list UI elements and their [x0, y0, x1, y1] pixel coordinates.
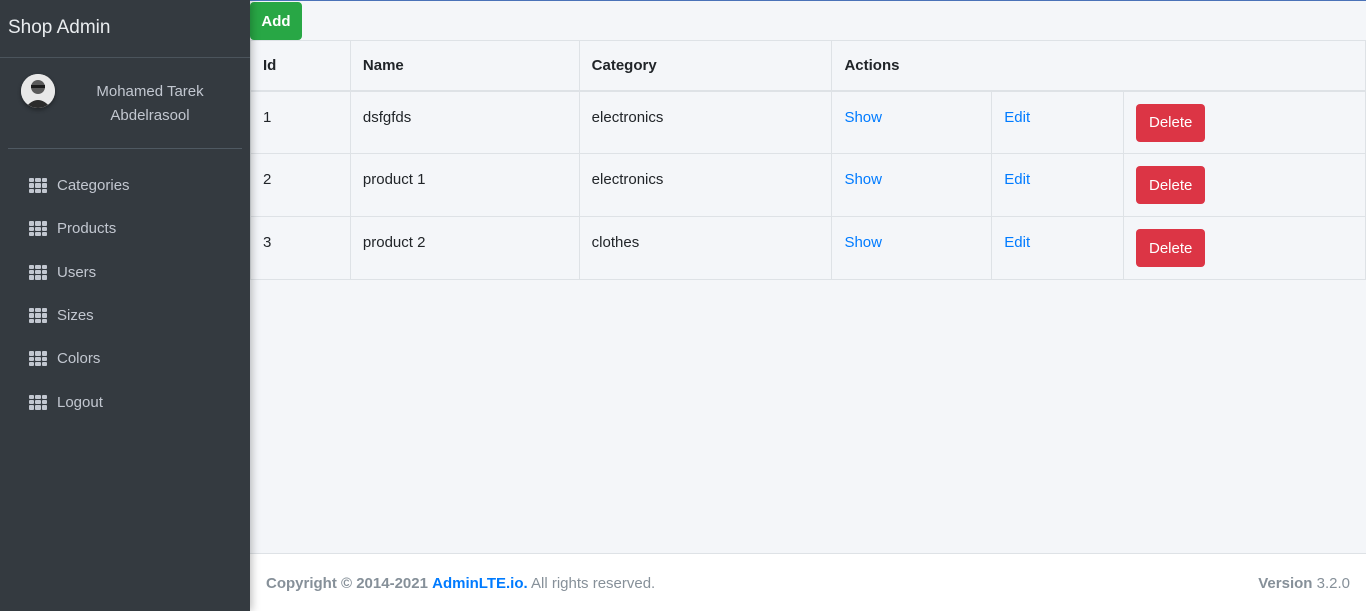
- table-row: 3 product 2 clothes Show Edit Delete: [250, 216, 1366, 280]
- user-name-line1: Mohamed Tarek: [96, 83, 204, 100]
- cell-category: clothes: [578, 216, 833, 280]
- table-header-row: Id Name Category Actions: [250, 40, 1366, 92]
- delete-button[interactable]: Delete: [1136, 103, 1206, 142]
- th-grid-icon: [29, 351, 47, 367]
- brand-title[interactable]: Shop Admin: [0, 0, 250, 58]
- main-content: Add Id Name Category Actions 1 dsfgfds e…: [250, 0, 1366, 611]
- table-row: 2 product 1 electronics Show Edit Delete: [250, 153, 1366, 217]
- adminlte-link[interactable]: AdminLTE.io.: [432, 575, 528, 592]
- show-link[interactable]: Show: [844, 234, 882, 251]
- sidebar-item-categories[interactable]: Categories: [0, 164, 250, 207]
- delete-button[interactable]: Delete: [1136, 166, 1206, 204]
- cell-name: dsfgfds: [349, 90, 580, 154]
- cell-edit: Edit: [991, 216, 1125, 280]
- sidebar-item-users[interactable]: Users: [0, 251, 250, 294]
- footer: Copyright © 2014-2021 AdminLTE.io. All r…: [250, 553, 1366, 611]
- sidebar: Shop Admin Mohamed Tarek Abdelrasool Cat…: [0, 0, 250, 611]
- delete-button[interactable]: Delete: [1136, 229, 1206, 267]
- th-grid-icon: [29, 264, 47, 280]
- edit-link[interactable]: Edit: [1004, 234, 1030, 251]
- cell-edit: Edit: [991, 153, 1125, 217]
- th-grid-icon: [29, 178, 47, 194]
- user-panel: Mohamed Tarek Abdelrasool: [8, 58, 242, 149]
- show-link[interactable]: Show: [844, 171, 882, 188]
- cell-category: electronics: [578, 90, 833, 154]
- version-value: 3.2.0: [1316, 574, 1350, 592]
- edit-link[interactable]: Edit: [1004, 171, 1030, 188]
- cell-id: 3: [250, 216, 351, 280]
- copyright-text: Copyright © 2014-2021: [266, 574, 428, 592]
- cell-show: Show: [831, 90, 993, 154]
- sidebar-item-label: Products: [57, 220, 117, 238]
- edit-link[interactable]: Edit: [1004, 109, 1030, 126]
- cell-show: Show: [831, 216, 993, 280]
- sidebar-item-logout[interactable]: Logout: [0, 380, 250, 423]
- cell-edit: Edit: [991, 90, 1125, 154]
- column-header-name: Name: [349, 40, 580, 92]
- cell-delete: Delete: [1123, 216, 1366, 280]
- sidebar-item-label: Colors: [57, 350, 101, 368]
- footer-copyright: Copyright © 2014-2021 AdminLTE.io. All r…: [266, 575, 655, 592]
- column-header-actions: Actions: [831, 40, 1366, 92]
- cell-name: product 1: [349, 153, 580, 217]
- column-header-category: Category: [578, 40, 833, 92]
- user-avatar[interactable]: [21, 74, 55, 108]
- table-row: 1 dsfgfds electronics Show Edit Delete: [250, 90, 1366, 154]
- sidebar-item-label: Logout: [57, 393, 103, 411]
- cell-delete: Delete: [1123, 153, 1366, 217]
- user-name-line2: Abdelrasool: [110, 107, 190, 124]
- sidebar-item-label: Users: [57, 263, 97, 281]
- sidebar-item-colors[interactable]: Colors: [0, 337, 250, 380]
- sidebar-item-label: Categories: [57, 177, 130, 195]
- cell-id: 2: [250, 153, 351, 217]
- sidebar-item-products[interactable]: Products: [0, 207, 250, 250]
- cell-category: electronics: [578, 153, 833, 217]
- rights-text: All rights reserved.: [531, 574, 656, 592]
- footer-version: Version 3.2.0: [1258, 575, 1350, 592]
- cell-id: 1: [250, 90, 351, 154]
- column-header-id: Id: [250, 40, 351, 92]
- show-link[interactable]: Show: [844, 109, 882, 126]
- th-grid-icon: [29, 394, 47, 410]
- version-label: Version: [1258, 574, 1313, 592]
- th-grid-icon: [29, 308, 47, 324]
- th-grid-icon: [29, 221, 47, 237]
- products-table: Id Name Category Actions 1 dsfgfds elect…: [250, 40, 1366, 280]
- add-button[interactable]: Add: [250, 2, 302, 40]
- cell-name: product 2: [349, 216, 580, 280]
- sidebar-nav: Categories Products Users Sizes Colors L…: [0, 149, 250, 424]
- sidebar-item-label: Sizes: [57, 307, 94, 325]
- sidebar-item-sizes[interactable]: Sizes: [0, 294, 250, 337]
- cell-show: Show: [831, 153, 993, 217]
- user-name[interactable]: Mohamed Tarek Abdelrasool: [70, 80, 230, 128]
- cell-delete: Delete: [1123, 90, 1366, 154]
